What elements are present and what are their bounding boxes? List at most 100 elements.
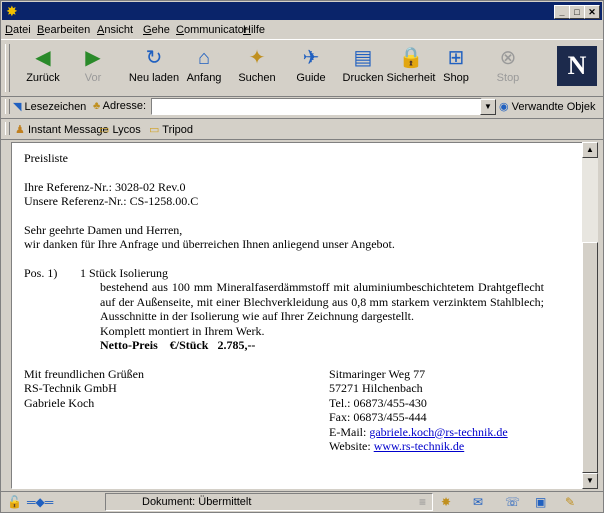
vor-button[interactable]: ▶ Vor	[79, 42, 107, 92]
related-objects-button[interactable]: ◉ Verwandte Objek	[499, 100, 595, 113]
stop-icon: ⊗	[499, 47, 517, 69]
tripod-link[interactable]: ▭ Tripod	[149, 123, 193, 136]
guide-button[interactable]: ✈ Guide	[293, 42, 329, 92]
netscape-logo[interactable]: N	[557, 46, 597, 86]
signature-block: Mit freundlichen Grüßen RS-Technik GmbH …	[24, 367, 144, 411]
toolbar-grip[interactable]	[5, 44, 10, 92]
toolbar-button-label: Stop	[496, 72, 520, 84]
intro-text: wir danken für Ihre Anfrage und überreic…	[24, 237, 395, 251]
email-line: E-Mail: gabriele.koch@rs-technik.de	[329, 424, 508, 439]
suchen-button[interactable]: ✦ Suchen	[233, 42, 281, 92]
toolbar-button-label: Drucken	[342, 72, 384, 84]
back-arrow-icon: ◀	[35, 47, 51, 69]
sicherheit-button[interactable]: 🔒 Sicherheit	[385, 42, 437, 92]
toolbar-button-label: Guide	[296, 72, 326, 84]
location-toolbar: ◥ Lesezeichen ♣ Adresse: ▼ ◉ Verwandte O…	[1, 96, 603, 119]
app-logo-icon: ✸	[6, 3, 18, 19]
lycos-link[interactable]: ▭ Lycos	[99, 123, 141, 136]
address-dropdown-button[interactable]: ▼	[480, 99, 496, 115]
menu-bar: Datei Bearbeiten Ansicht Gehe Communicat…	[1, 21, 603, 39]
maximize-button[interactable]: □	[569, 5, 585, 19]
fax-number: Fax: 06873/455-444	[329, 410, 427, 424]
city-address: 57271 Hilchenbach	[329, 381, 423, 395]
address-label: ♣ Adresse:	[93, 100, 147, 112]
website-link[interactable]: www.rs-technik.de	[374, 439, 465, 453]
progress-icon: ≡	[419, 495, 427, 509]
toolbar-button-label: Shop	[443, 72, 469, 84]
company-name: RS-Technik GmbH	[24, 381, 117, 395]
menu-ansicht[interactable]: Ansicht	[97, 24, 133, 36]
security-lock-icon[interactable]: 🔓	[7, 495, 22, 509]
forward-arrow-icon: ▶	[85, 47, 101, 69]
bookmarks-button[interactable]: ◥ Lesezeichen	[13, 100, 86, 113]
connection-icon: ═◆═	[27, 495, 54, 509]
closing-line: Mit freundlichen Grüßen	[24, 366, 144, 381]
position-number: Pos. 1)	[24, 265, 58, 280]
anfang-button[interactable]: ⌂ Anfang	[185, 42, 223, 92]
neu-laden-button[interactable]: ↻ Neu laden	[127, 42, 181, 92]
composer-icon[interactable]: ▣	[535, 495, 546, 509]
menu-hilfe[interactable]: Hilfe	[243, 24, 265, 36]
position-item: Pos. 1) 1 Stück Isolierung bestehend aus…	[24, 266, 544, 353]
contact-block: Sitmaringer Weg 77 57271 Hilchenbach Tel…	[329, 367, 508, 454]
reload-icon: ↻	[145, 47, 163, 69]
document: Preisliste Ihre Referenz-Nr.: 3028-02 Re…	[24, 151, 544, 459]
navigation-toolbar: ◀ Zurück ▶ Vor ↻ Neu laden ⌂ Anfang ✦ Suchen ✈ Guid…	[1, 39, 603, 97]
shop-button[interactable]: ⊞ Shop	[441, 42, 471, 92]
scroll-up-button[interactable]: ▲	[582, 142, 598, 158]
drucken-button[interactable]: ▤ Drucken	[341, 42, 385, 92]
menu-datei[interactable]: Datei	[5, 24, 31, 36]
email-link[interactable]: gabriele.koch@rs-technik.de	[369, 425, 507, 439]
search-icon: ✦	[248, 47, 266, 69]
greeting: Sehr geehrte Damen und Herren,	[24, 222, 183, 237]
menu-gehe[interactable]: Gehe	[143, 24, 170, 36]
bookmark-icon: ◥	[13, 101, 22, 113]
our-reference: Unsere Referenz-Nr.: CS-1258.00.C	[24, 194, 199, 208]
scroll-thumb[interactable]	[582, 242, 598, 473]
website-line: Website: www.rs-technik.de	[329, 439, 465, 453]
toolbar-button-label: Zurück	[26, 72, 60, 84]
page-content: Preisliste Ihre Referenz-Nr.: 3028-02 Re…	[11, 142, 584, 489]
home-icon: ⌂	[197, 47, 211, 69]
toolbar-button-label: Anfang	[186, 72, 222, 84]
scroll-down-button[interactable]: ▼	[582, 473, 598, 489]
close-button[interactable]: ✕	[584, 5, 600, 19]
menu-communicator[interactable]: Communicator	[176, 24, 248, 36]
location-grip[interactable]	[5, 99, 10, 114]
personal-toolbar: ♟ Instant Message ▭ Lycos ▭ Tripod	[1, 119, 603, 140]
position-mounting: Komplett montiert in Ihrem Werk.	[100, 323, 265, 338]
signer-name: Gabriele Koch	[24, 395, 95, 410]
print-icon: ▤	[353, 47, 373, 69]
shop-icon: ⊞	[447, 47, 465, 69]
toolbar-button-label: Neu laden	[128, 72, 180, 84]
lock-icon: 🔒	[398, 47, 424, 69]
phone-number: Tel.: 06873/455-430	[329, 395, 427, 410]
browser-window: ✸ _ □ ✕ Datei Bearbeiten Ansicht Gehe Co…	[0, 0, 604, 513]
street-address: Sitmaringer Weg 77	[329, 366, 426, 381]
vertical-scrollbar[interactable]: ▲ ▼	[582, 142, 598, 489]
related-icon: ◉	[499, 101, 509, 113]
menu-bearbeiten[interactable]: Bearbeiten	[37, 24, 90, 36]
position-title: 1 Stück Isolierung	[80, 265, 168, 280]
navigator-icon[interactable]: ✸	[441, 495, 451, 509]
net-price: Netto-Preis €/Stück 2.785,--	[100, 338, 256, 352]
toolbar-button-label: Vor	[84, 72, 102, 84]
address-input[interactable]	[151, 98, 482, 115]
mail-icon[interactable]: ✉	[473, 495, 483, 509]
personal-grip[interactable]	[5, 122, 10, 135]
instant-message-link[interactable]: ♟ Instant Message	[15, 123, 109, 136]
edit-icon[interactable]: ✎	[565, 495, 575, 509]
folder-icon: ▭	[99, 124, 110, 136]
title-bar[interactable]: ✸ _ □ ✕	[2, 2, 602, 20]
status-text: Dokument: Übermittelt	[105, 493, 433, 511]
address-icon: ♣	[93, 100, 101, 112]
person-icon: ♟	[15, 124, 25, 136]
folder-icon: ▭	[149, 124, 160, 136]
toolbar-button-label: Suchen	[238, 72, 276, 84]
guide-icon: ✈	[302, 47, 320, 69]
minimize-button[interactable]: _	[554, 5, 570, 19]
zurück-button[interactable]: ◀ Zurück	[23, 42, 63, 92]
discussion-icon[interactable]: ☏	[505, 495, 520, 509]
stop-button[interactable]: ⊗ Stop	[493, 42, 523, 92]
customer-reference: Ihre Referenz-Nr.: 3028-02 Rev.0	[24, 179, 186, 194]
